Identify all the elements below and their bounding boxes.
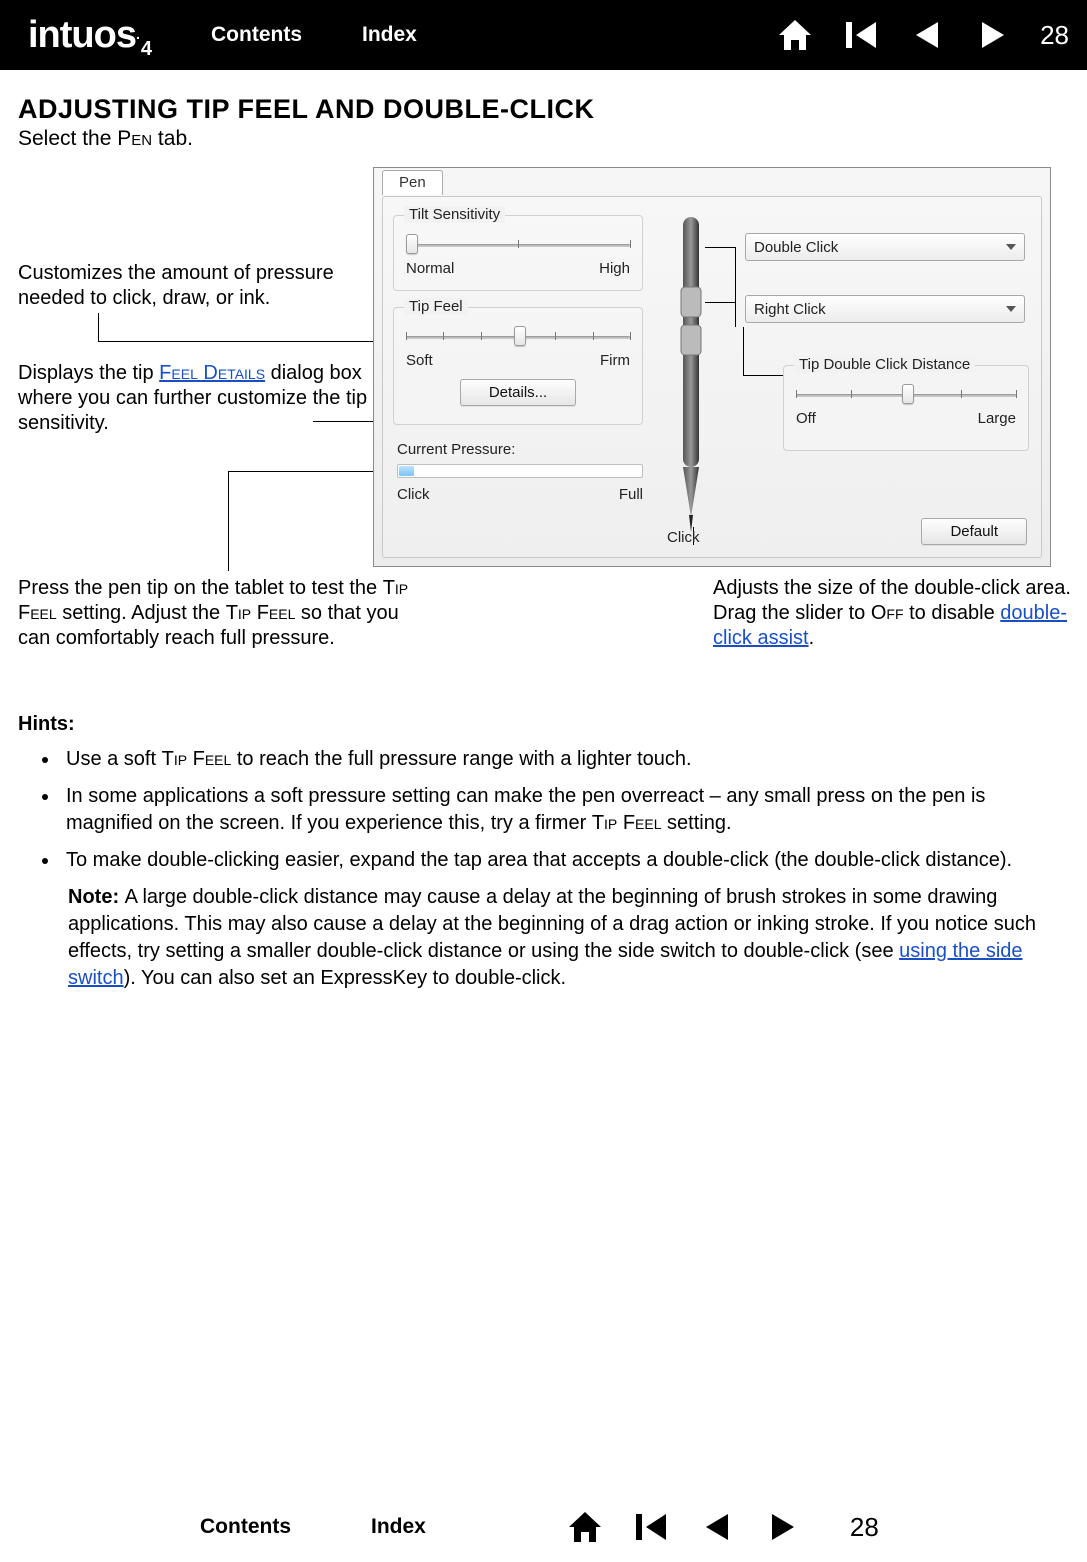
pen-settings-panel: Pen Tilt Sensitivity Normal High: [373, 167, 1051, 567]
chevron-down-icon: [1006, 306, 1016, 312]
contents-link[interactable]: Contents: [211, 23, 302, 47]
tip-double-click-distance-slider[interactable]: [796, 390, 1016, 402]
tilt-sensitivity-label: Tilt Sensitivity: [404, 206, 505, 223]
page-title: ADJUSTING TIP FEEL AND DOUBLE-CLICK: [18, 94, 1069, 125]
first-page-icon[interactable]: [632, 1510, 670, 1544]
next-page-icon[interactable]: [764, 1510, 802, 1544]
home-icon[interactable]: [566, 1510, 604, 1544]
tdc-left-label: Off: [796, 410, 816, 427]
current-pressure-label: Current Pressure:: [397, 441, 643, 458]
cp-right-label: Full: [619, 486, 643, 503]
next-page-icon[interactable]: [974, 18, 1012, 52]
tilt-right-label: High: [599, 260, 630, 277]
callout-tip-feel: Customizes the amount of pressure needed…: [18, 261, 348, 311]
default-button[interactable]: Default: [921, 518, 1027, 545]
chevron-down-icon: [1006, 244, 1016, 250]
hints-title: Hints:: [18, 711, 1069, 738]
pen-illustration: [671, 217, 711, 541]
upper-button-dropdown[interactable]: Double Click: [745, 233, 1025, 261]
tip-double-click-distance-label: Tip Double Click Distance: [794, 356, 975, 373]
prev-page-icon[interactable]: [908, 18, 946, 52]
tab-pen[interactable]: Pen: [382, 170, 443, 195]
pen-tip-click-label: Click: [667, 529, 700, 546]
home-icon[interactable]: [776, 18, 814, 52]
lower-button-dropdown[interactable]: Right Click: [745, 295, 1025, 323]
tip-right-label: Firm: [600, 352, 630, 369]
tilt-sensitivity-slider[interactable]: [406, 240, 630, 252]
feel-details-link[interactable]: Feel Details: [159, 362, 265, 384]
tdc-right-label: Large: [978, 410, 1016, 427]
hints-note: Note: A large double-click distance may …: [68, 884, 1069, 992]
bottom-navbar: Contents Index 28: [0, 1492, 1087, 1562]
details-button[interactable]: Details...: [460, 379, 576, 406]
tip-feel-label: Tip Feel: [404, 298, 468, 315]
tip-feel-slider[interactable]: [406, 332, 630, 344]
tip-left-label: Soft: [406, 352, 433, 369]
hint-item: Use a soft Tip Feel to reach the full pr…: [60, 746, 1069, 773]
page-subtitle: Select the Pen tab.: [18, 127, 1069, 151]
logo: intuos.4: [28, 14, 151, 57]
index-link[interactable]: Index: [362, 23, 417, 47]
index-link-footer[interactable]: Index: [371, 1515, 426, 1539]
contents-link-footer[interactable]: Contents: [200, 1515, 291, 1539]
hint-item: In some applications a soft pressure set…: [60, 783, 1069, 837]
callout-details: Displays the tip Feel Details dialog box…: [18, 361, 368, 436]
page-number-footer: 28: [850, 1512, 879, 1543]
first-page-icon[interactable]: [842, 18, 880, 52]
tilt-left-label: Normal: [406, 260, 454, 277]
callout-double-click-distance: Adjusts the size of the double-click are…: [713, 576, 1073, 651]
callout-current-pressure: Press the pen tip on the tablet to test …: [18, 576, 418, 651]
top-navbar: intuos.4 Contents Index 28: [0, 0, 1087, 70]
cp-left-label: Click: [397, 486, 430, 503]
page-number: 28: [1040, 20, 1069, 51]
hint-item: To make double-clicking easier, expand t…: [60, 847, 1069, 874]
prev-page-icon[interactable]: [698, 1510, 736, 1544]
current-pressure-bar: [397, 464, 643, 478]
